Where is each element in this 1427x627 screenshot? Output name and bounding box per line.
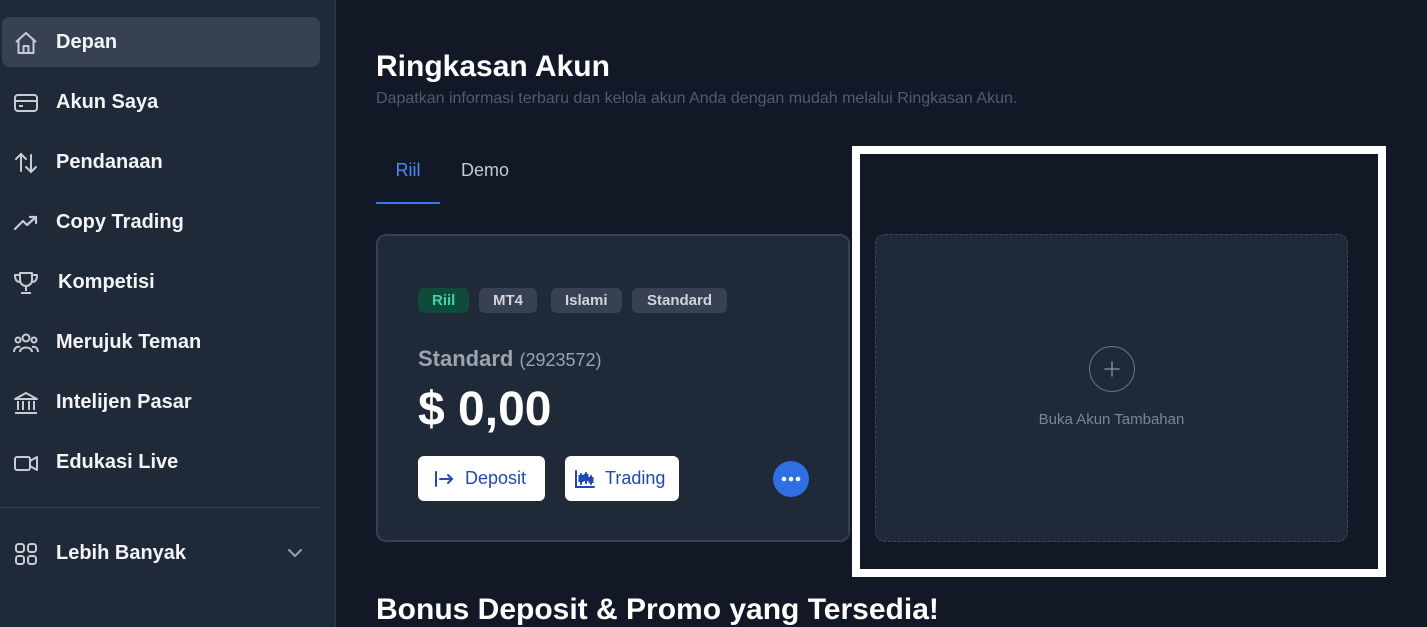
- sidebar-item-label: Intelijen Pasar: [56, 391, 192, 413]
- sidebar-item-merujuk-teman[interactable]: Merujuk Teman: [2, 317, 320, 367]
- app-root: Depan Akun Saya Pendanaan Copy Trading K: [0, 0, 1427, 627]
- sidebar-item-intelijen-pasar[interactable]: Intelijen Pasar: [2, 377, 320, 427]
- sidebar-item-label: Pendanaan: [56, 151, 163, 173]
- sidebar-item-akun-saya[interactable]: Akun Saya: [2, 77, 320, 127]
- bank-icon: [12, 389, 40, 417]
- plus-icon: [1089, 346, 1135, 392]
- sidebar-item-label: Lebih Banyak: [56, 542, 187, 564]
- sidebar-item-label: Akun Saya: [56, 91, 159, 113]
- badge-mt4: MT4: [479, 288, 537, 313]
- trophy-icon: [12, 269, 40, 297]
- sidebar-item-label: Edukasi Live: [56, 451, 179, 473]
- badge-standard: Standard: [632, 288, 728, 313]
- sidebar-divider: [0, 507, 320, 508]
- sidebar-item-label: Kompetisi: [58, 271, 155, 293]
- account-balance: $ 0,00: [418, 383, 552, 436]
- wallet-icon: [12, 89, 40, 117]
- add-account-card[interactable]: Buka Akun Tambahan: [875, 234, 1348, 542]
- sidebar-item-kompetisi[interactable]: Kompetisi: [2, 257, 320, 307]
- trending-up-icon: [12, 209, 40, 237]
- add-account-label: Buka Akun Tambahan: [1038, 411, 1185, 428]
- chevron-down-icon[interactable]: [286, 544, 304, 562]
- tab-demo[interactable]: Demo: [446, 158, 524, 204]
- sidebar: Depan Akun Saya Pendanaan Copy Trading K: [0, 0, 336, 627]
- grid-icon: [12, 540, 40, 568]
- sidebar-item-pendanaan[interactable]: Pendanaan: [2, 137, 320, 187]
- more-options-button[interactable]: [773, 461, 809, 497]
- users-icon: [12, 329, 40, 357]
- tab-riil[interactable]: Riil: [376, 158, 440, 204]
- sidebar-item-copy-trading[interactable]: Copy Trading: [2, 197, 320, 247]
- video-icon: [12, 449, 40, 477]
- page-title: Ringkasan Akun: [376, 50, 610, 83]
- trading-button[interactable]: Trading: [565, 456, 679, 501]
- account-type: Standard: [418, 346, 514, 371]
- badge-islami: Islami: [551, 288, 622, 313]
- sidebar-item-label: Merujuk Teman: [56, 331, 202, 353]
- deposit-button[interactable]: Deposit: [418, 456, 545, 501]
- page-subtitle: Dapatkan informasi terbaru dan kelola ak…: [376, 90, 1018, 107]
- transfer-arrows-icon: [12, 149, 40, 177]
- sidebar-item-depan[interactable]: Depan: [2, 17, 320, 67]
- deposit-icon: [432, 467, 456, 491]
- account-number: (2923572): [519, 350, 602, 370]
- badge-riil: Riil: [418, 288, 470, 313]
- sidebar-item-lebih-banyak[interactable]: Lebih Banyak: [2, 528, 320, 578]
- account-name: Standard (2923572): [418, 346, 602, 372]
- deposit-label: Deposit: [465, 468, 527, 488]
- home-icon: [12, 29, 40, 57]
- sidebar-item-edukasi-live[interactable]: Edukasi Live: [2, 437, 320, 487]
- candlestick-chart-icon: [573, 467, 597, 491]
- promo-section-title: Bonus Deposit & Promo yang Tersedia!: [376, 593, 939, 626]
- sidebar-item-label: Depan: [56, 31, 118, 53]
- trading-label: Trading: [605, 468, 666, 488]
- sidebar-item-label: Copy Trading: [56, 211, 184, 233]
- account-card: Riil MT4 Islami Standard Standard (29235…: [376, 234, 850, 542]
- ellipsis-icon: [781, 476, 801, 482]
